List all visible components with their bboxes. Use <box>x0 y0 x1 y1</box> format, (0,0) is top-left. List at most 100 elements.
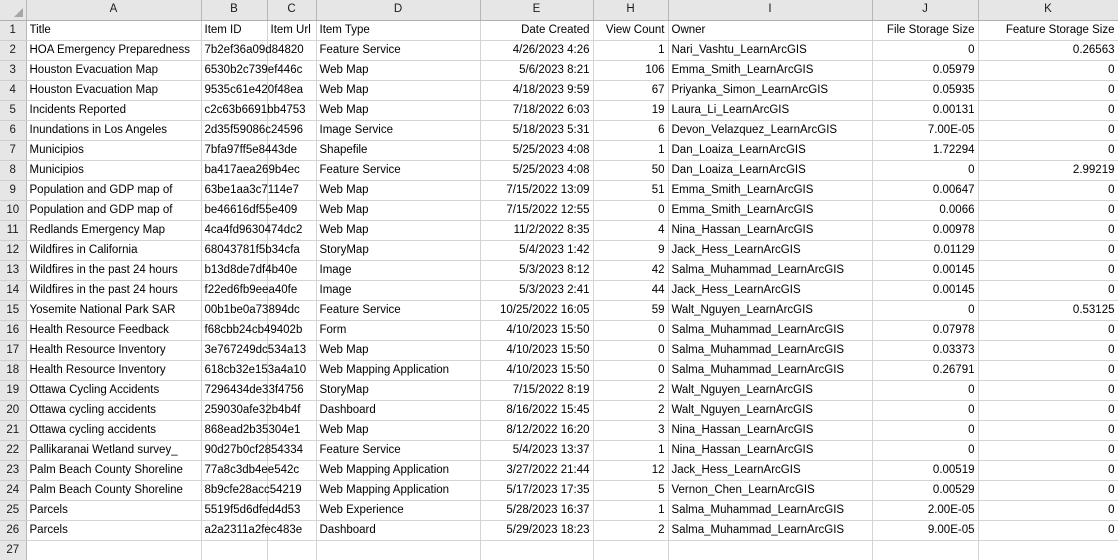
cell-owner[interactable]: Owner <box>668 20 873 41</box>
cell-owner[interactable]: Walt_Nguyen_LearnArcGIS <box>668 400 873 421</box>
cell-feature_storage_size[interactable]: 0 <box>978 320 1118 341</box>
column-header-a[interactable]: A <box>26 0 202 21</box>
cell-item_type[interactable]: Web Map <box>316 200 481 221</box>
cell-item_id[interactable]: 7bfa97ff5e8443de <box>201 140 297 161</box>
cell-view_count[interactable]: 6 <box>593 120 669 141</box>
column-header-i[interactable]: I <box>668 0 873 21</box>
cell-item_id[interactable]: 4ca4fd9630474dc2 <box>201 220 302 241</box>
cell-feature_storage_size[interactable]: 0 <box>978 240 1118 261</box>
cell-owner[interactable]: Nari_Vashtu_LearnArcGIS <box>668 40 873 61</box>
cell-feature_storage_size[interactable]: Feature Storage Size <box>978 20 1118 41</box>
cell-feature_storage_size[interactable]: 0 <box>978 380 1118 401</box>
cell-owner[interactable]: Devon_Velazquez_LearnArcGIS <box>668 120 873 141</box>
row-header-15[interactable]: 15 <box>0 300 27 321</box>
cell-title[interactable]: Ottawa cycling accidents <box>26 420 202 441</box>
cell-view_count[interactable]: 0 <box>593 360 669 381</box>
cell-title[interactable]: Redlands Emergency Map <box>26 220 202 241</box>
cell-owner[interactable]: Salma_Muhammad_LearnArcGIS <box>668 260 873 281</box>
cell-title[interactable]: Parcels <box>26 520 202 541</box>
row-header-23[interactable]: 23 <box>0 460 27 481</box>
cell-item_id[interactable]: a2a2311a2fec483e <box>201 520 302 541</box>
cell-item_id[interactable]: 9535c61e420f48ea <box>201 80 303 101</box>
cell-file_storage_size[interactable]: 0 <box>872 380 979 401</box>
cell-owner[interactable]: Salma_Muhammad_LearnArcGIS <box>668 360 873 381</box>
cell-feature_storage_size[interactable]: 0 <box>978 420 1118 441</box>
cell-date_created[interactable]: 4/10/2023 15:50 <box>480 340 594 361</box>
cell-feature_storage_size[interactable]: 0 <box>978 360 1118 381</box>
cell-file_storage_size[interactable]: 0.00145 <box>872 280 979 301</box>
cell-view_count[interactable]: View Count <box>593 20 669 41</box>
cell-date_created[interactable]: 3/27/2022 21:44 <box>480 460 594 481</box>
cell-item_type[interactable]: Web Mapping Application <box>316 480 481 501</box>
select-all-button[interactable] <box>0 0 27 21</box>
cell-date_created[interactable]: 8/16/2022 15:45 <box>480 400 594 421</box>
cell-item_id[interactable]: f68cbb24cb49402b <box>201 320 302 341</box>
cell-item_id[interactable]: be46616df55e409 <box>201 200 297 221</box>
cell-file_storage_size[interactable]: 0.00647 <box>872 180 979 201</box>
cell-item_type[interactable]: Feature Service <box>316 160 481 181</box>
cell-date_created[interactable]: 7/15/2022 13:09 <box>480 180 594 201</box>
cell-date_created[interactable]: 7/15/2022 8:19 <box>480 380 594 401</box>
cell-view_count[interactable]: 42 <box>593 260 669 281</box>
row-header-1[interactable]: 1 <box>0 20 27 41</box>
cell-file_storage_size[interactable]: 0 <box>872 160 979 181</box>
cell-view_count[interactable] <box>593 540 669 560</box>
row-header-3[interactable]: 3 <box>0 60 27 81</box>
row-header-12[interactable]: 12 <box>0 240 27 261</box>
cell-date_created[interactable]: 5/17/2023 17:35 <box>480 480 594 501</box>
cell-item_id[interactable]: 90d27b0cf2854334 <box>201 440 303 461</box>
cell-item_id[interactable]: f22ed6fb9eea40fe <box>201 280 297 301</box>
cell-view_count[interactable]: 5 <box>593 480 669 501</box>
cell-file_storage_size[interactable]: File Storage Size <box>872 20 979 41</box>
cell-feature_storage_size[interactable]: 0 <box>978 280 1118 301</box>
row-header-13[interactable]: 13 <box>0 260 27 281</box>
cell-title[interactable]: Health Resource Inventory <box>26 360 202 381</box>
cell-title[interactable]: Inundations in Los Angeles <box>26 120 202 141</box>
cell-date_created[interactable]: 5/3/2023 2:41 <box>480 280 594 301</box>
cell-item_type[interactable]: Shapefile <box>316 140 481 161</box>
cell-owner[interactable]: Emma_Smith_LearnArcGIS <box>668 180 873 201</box>
cell-item_id[interactable] <box>201 540 268 560</box>
cell-owner[interactable]: Nina_Hassan_LearnArcGIS <box>668 440 873 461</box>
cell-item_id[interactable]: 77a8c3db4ee542c <box>201 460 299 481</box>
cell-title[interactable] <box>26 540 202 560</box>
cell-view_count[interactable]: 1 <box>593 440 669 461</box>
cell-item_id[interactable]: 259030afe32b4b4f <box>201 400 300 421</box>
cell-owner[interactable]: Laura_Li_LearnArcGIS <box>668 100 873 121</box>
cell-item_type[interactable]: Dashboard <box>316 400 481 421</box>
cell-owner[interactable]: Salma_Muhammad_LearnArcGIS <box>668 520 873 541</box>
cell-owner[interactable]: Emma_Smith_LearnArcGIS <box>668 60 873 81</box>
cell-view_count[interactable]: 0 <box>593 320 669 341</box>
cell-item_type[interactable]: Image Service <box>316 120 481 141</box>
cell-item_id[interactable]: 3e767249dc534a13 <box>201 340 306 361</box>
cell-item_type[interactable]: Web Map <box>316 60 481 81</box>
cell-date_created[interactable]: 4/26/2023 4:26 <box>480 40 594 61</box>
cell-title[interactable]: Pallikaranai Wetland survey_ <box>26 440 202 461</box>
cell-item_type[interactable]: Web Map <box>316 420 481 441</box>
row-header-27[interactable]: 27 <box>0 540 27 560</box>
cell-file_storage_size[interactable] <box>872 540 979 560</box>
cell-item_type[interactable]: Feature Service <box>316 40 481 61</box>
cell-item_type[interactable]: Dashboard <box>316 520 481 541</box>
row-header-11[interactable]: 11 <box>0 220 27 241</box>
cell-item_id[interactable]: 2d35f59086c24596 <box>201 120 303 141</box>
cell-item_type[interactable]: Form <box>316 320 481 341</box>
cell-title[interactable]: Wildfires in the past 24 hours <box>26 260 202 281</box>
cell-file_storage_size[interactable]: 0.00978 <box>872 220 979 241</box>
cell-item_url[interactable] <box>267 540 317 560</box>
column-header-k[interactable]: K <box>978 0 1118 21</box>
cell-view_count[interactable]: 2 <box>593 380 669 401</box>
cell-owner[interactable]: Nina_Hassan_LearnArcGIS <box>668 220 873 241</box>
cell-item_type[interactable]: StoryMap <box>316 240 481 261</box>
cell-owner[interactable]: Salma_Muhammad_LearnArcGIS <box>668 340 873 361</box>
cell-file_storage_size[interactable]: 0.07978 <box>872 320 979 341</box>
cell-title[interactable]: Health Resource Feedback <box>26 320 202 341</box>
cell-file_storage_size[interactable]: 0.01129 <box>872 240 979 261</box>
cell-date_created[interactable]: 5/4/2023 1:42 <box>480 240 594 261</box>
cell-file_storage_size[interactable]: 0.26791 <box>872 360 979 381</box>
cell-file_storage_size[interactable]: 0.00131 <box>872 100 979 121</box>
cell-feature_storage_size[interactable] <box>978 540 1118 560</box>
cell-file_storage_size[interactable]: 0 <box>872 40 979 61</box>
cell-date_created[interactable]: 4/10/2023 15:50 <box>480 320 594 341</box>
row-header-16[interactable]: 16 <box>0 320 27 341</box>
